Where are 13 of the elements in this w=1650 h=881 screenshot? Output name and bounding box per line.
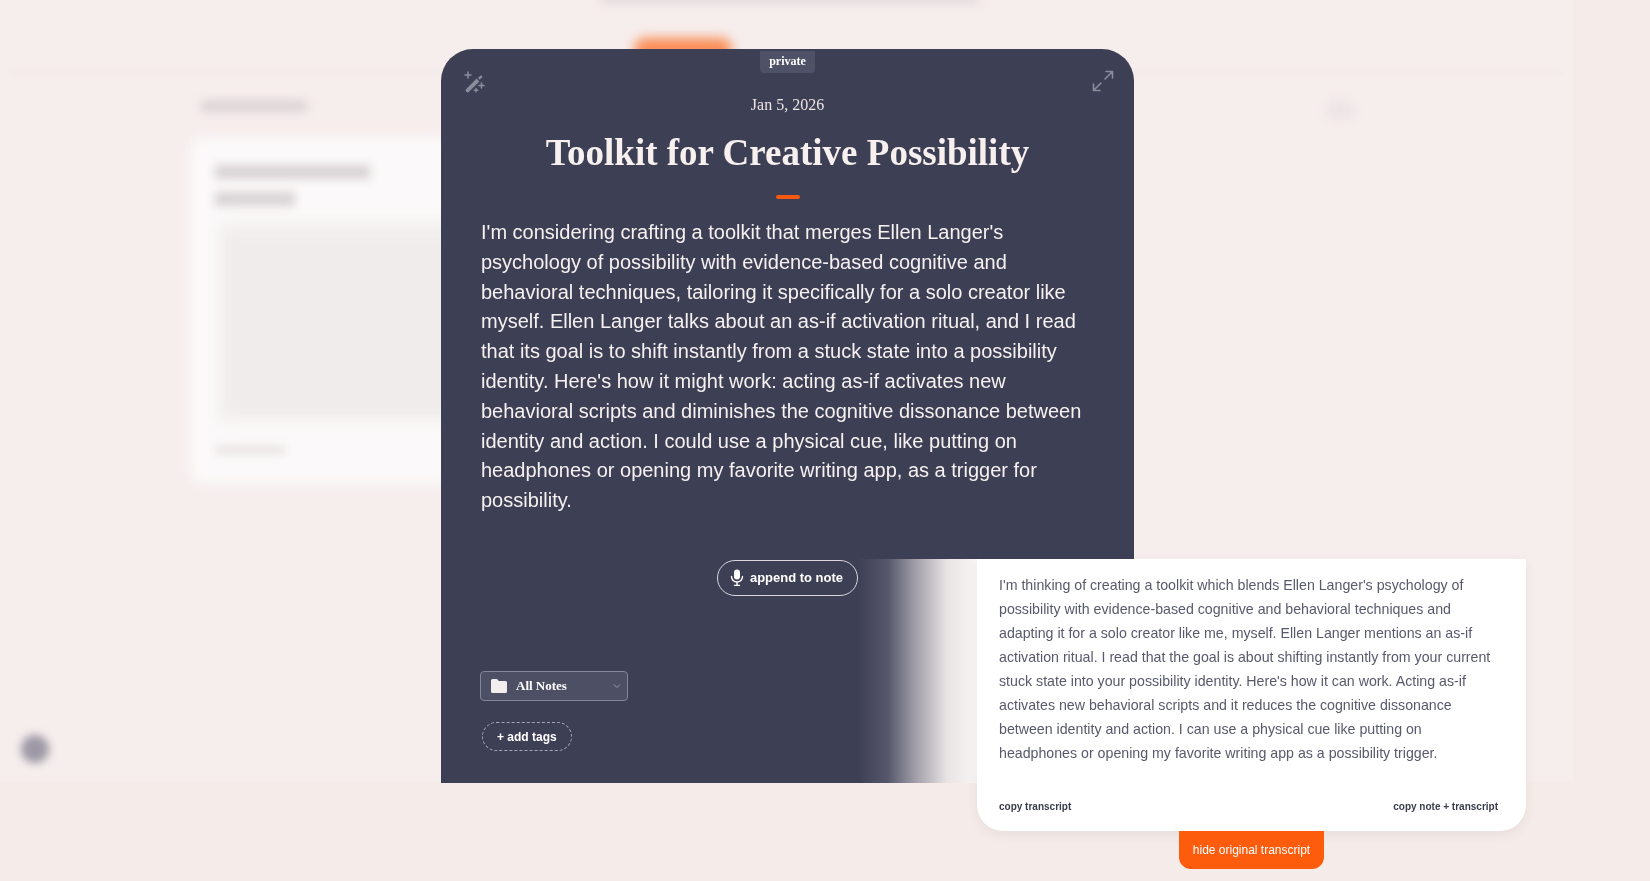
copy-link[interactable]: copy transcript (999, 801, 1072, 812)
magic-wand-icon[interactable] (463, 71, 485, 93)
note-body: I'm considering crafting a toolkit that merges Ellen Langer's psychology of possibility with evidence-based cognitive and behavioral techniques, tailoring it specifically for a solo creator like myself. Ellen Langer talks about an as-if activation ritual, and I read that its goal is to shift instantly from a stuck state into a possibility identity. Here's how it might work: acting as-if activates new behavioral scripts and diminishes the cognitive dissonance between identity and action. I could use a physical cue, like putting on headphones or opening my favorite writing app, as a trigger for possibility. (481, 220, 1083, 514)
note-title: Toolkit for Creative Possibility (545, 131, 1030, 175)
privacy-badge: private (760, 51, 815, 73)
microphone-icon (729, 569, 744, 587)
folder-icon (491, 679, 507, 693)
transcript-text: I'm thinking of creating a toolkit which blends Ellen Langer's psychology of possibility with evidence-based cognitive and behavioral techniques and adapting it for a solo creator like me, myself. Ellen Langer mentions an as-if activation ritual. I read that the goal is about shifting instantly from your current stuck state into your possibility identity. Here's how it can work. Acting as-if activates new behavioral scripts and it reduces the cognitive dissonance between identity and action. I can use a physical cue like putting on headphones or opening my favorite writing app as a possibility trigger. (999, 576, 1492, 763)
expand-icon[interactable] (1092, 70, 1114, 92)
copy-link[interactable]: copy note + transcript (1393, 801, 1498, 812)
folder-dropdown[interactable]: All Notes (480, 671, 628, 701)
note-date: Jan 5, 2026 (750, 95, 825, 115)
chevron-down-icon (613, 683, 621, 689)
